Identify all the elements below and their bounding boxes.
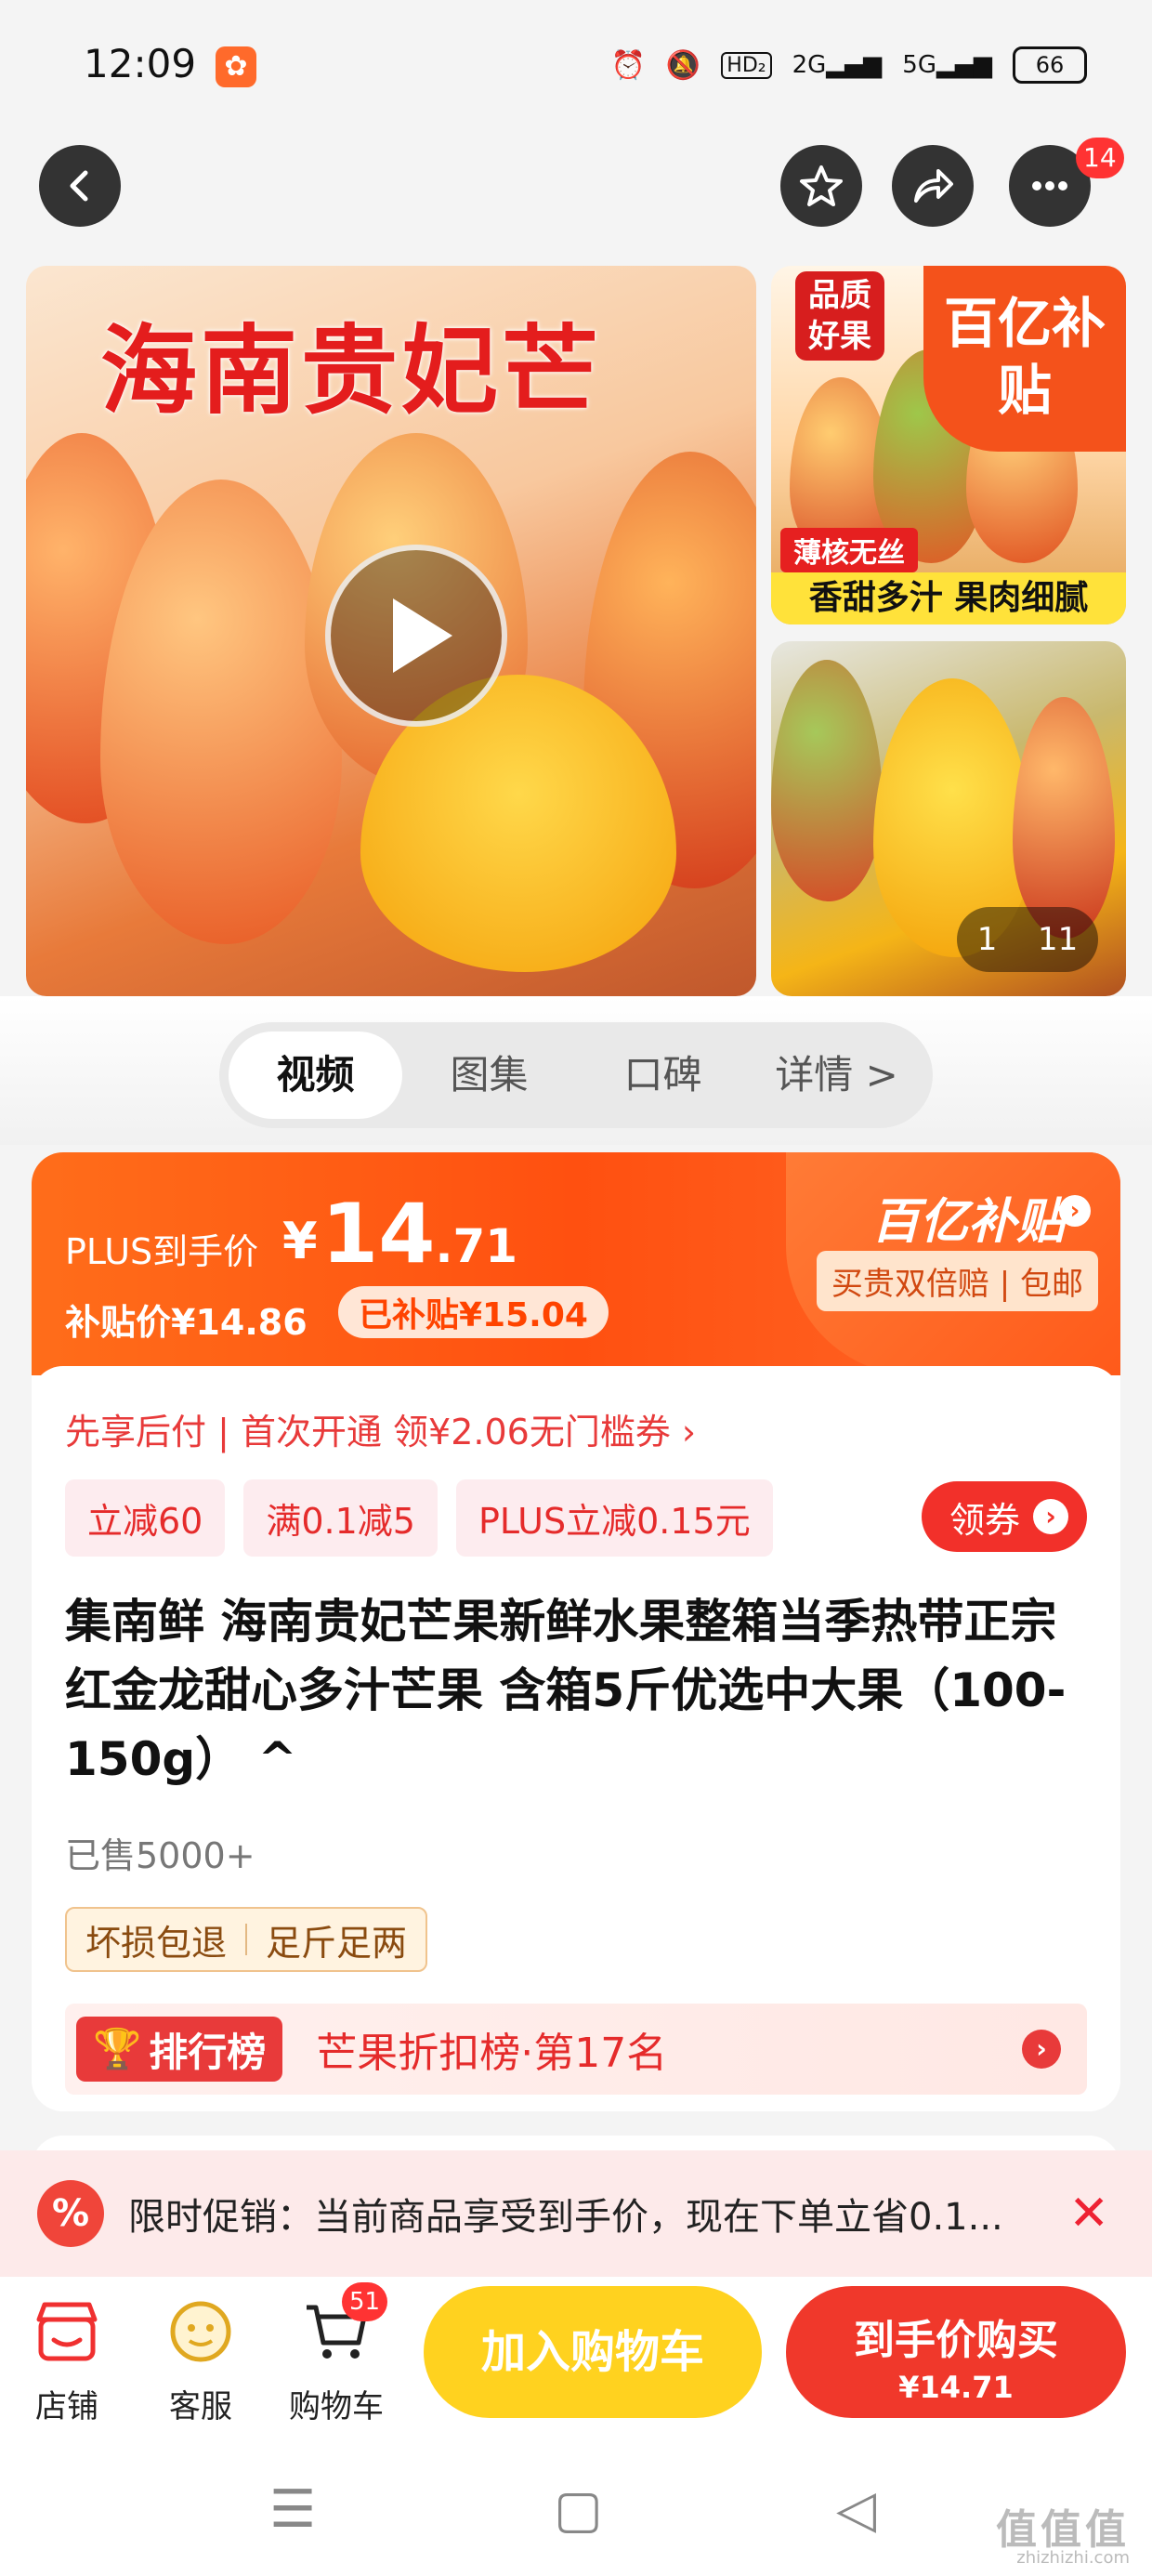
image-tag: 香甜多汁 果肉细腻 (771, 572, 1126, 624)
subsidized-amount: 已补贴¥15.04 (338, 1286, 609, 1338)
price-currency: ¥ (282, 1212, 318, 1270)
app-notification-icon: ✿ (216, 46, 256, 87)
customer-service-icon (164, 2295, 237, 2368)
chevron-right-icon: › (1022, 2030, 1061, 2069)
mute-icon: 🔕 (665, 48, 701, 82)
main-gallery-image[interactable]: 海南贵妃芒 (26, 266, 756, 996)
subsidy-price: 补贴价¥14.86 (65, 1302, 308, 1343)
more-badge: 14 (1076, 138, 1124, 178)
ranking-text: 芒果折扣榜·第17名 (316, 2030, 668, 2077)
mango-shape (771, 660, 883, 901)
play-icon (393, 598, 452, 673)
hd-icon: HD₂ (721, 51, 772, 79)
status-bar: 12:09 ✿ ⏰ 🔕 HD₂ 2G▂▄▆ 5G▂▄▆ 66 (0, 0, 1152, 139)
share-icon (914, 169, 953, 203)
favorite-button[interactable] (780, 145, 862, 227)
media-tabs: 视频 图集 口碑 详情 > (219, 1022, 933, 1128)
gallery-counter-total: 11 (1037, 921, 1079, 958)
ranking-row[interactable]: 🏆 排行榜 芒果折扣榜·第17名 › (65, 2004, 1087, 2095)
shop-label: 店铺 (35, 2388, 98, 2425)
gallery-counter: 1 11 (957, 907, 1098, 972)
status-time: 12:09 (84, 41, 197, 86)
discount-percent-icon: % (37, 2180, 104, 2247)
more-dots-icon (1032, 181, 1067, 191)
limited-promo-bar[interactable]: % 限时促销：当前商品享受到手价，现在下单立省0.1... ✕ (0, 2150, 1152, 2277)
tab-video[interactable]: 视频 (229, 1032, 402, 1119)
watermark: 值值值 (996, 2506, 1130, 2554)
customer-service-button[interactable]: 客服 (145, 2295, 256, 2426)
divider (245, 1924, 248, 1955)
price-value: 14.71 (321, 1186, 518, 1281)
buy-now-button[interactable]: 到手价购买 ¥14.71 (786, 2286, 1126, 2418)
subsidy-badge: 百亿补贴 (923, 266, 1126, 452)
tab-gallery[interactable]: 图集 (402, 1032, 576, 1119)
tab-details[interactable]: 详情 > (750, 1032, 923, 1119)
coupon-list: 立减60 满0.1减5 PLUS立减0.15元 (65, 1479, 773, 1557)
plus-price-label: PLUS到手价 (65, 1231, 259, 1272)
play-video-button[interactable] (325, 545, 507, 727)
mango-shape (1013, 697, 1115, 939)
coupon-tag: 满0.1减5 (243, 1479, 438, 1557)
guarantee-tag: 坏损包退 (85, 1922, 228, 1964)
limited-promo-text: 限时促销：当前商品享受到手价，现在下单立省0.1... (128, 2196, 1003, 2239)
chevron-right-icon[interactable]: › (1059, 1195, 1091, 1227)
add-to-cart-button[interactable]: 加入购物车 (424, 2286, 762, 2418)
image-tag: 薄核无丝 (780, 528, 918, 572)
buy-now-price: ¥14.71 (898, 2370, 1014, 2405)
signal-5g-icon: 5G▂▄▆ (902, 51, 992, 79)
back-nav-icon[interactable]: ◁ (836, 2479, 876, 2540)
product-body: 先享后付 | 首次开通 领¥2.06无门槛券 › 立减60 满0.1减5 PLU… (32, 1366, 1120, 2111)
price-header: PLUS到手价 ¥ 14.71 补贴价¥14.86 已补贴¥15.04 百亿补贴… (32, 1152, 1120, 1375)
signal-2g-icon: 2G▂▄▆ (792, 51, 883, 79)
subsidy-brand-logo[interactable]: 百亿补贴 (871, 1182, 1065, 1252)
tab-reviews[interactable]: 口碑 (576, 1032, 750, 1119)
star-icon (800, 165, 843, 206)
ranking-badge: 🏆 排行榜 (76, 2017, 283, 2082)
product-page: 12:09 ✿ ⏰ 🔕 HD₂ 2G▂▄▆ 5G▂▄▆ 66 14 海南贵妃芒 (0, 0, 1152, 2576)
chevron-left-icon (70, 170, 88, 202)
share-button[interactable] (892, 145, 974, 227)
battery-icon: 66 (1013, 46, 1087, 84)
guarantee-tags[interactable]: 坏损包退 足斤足两 (65, 1907, 428, 1972)
coupon-tag: 立减60 (65, 1479, 226, 1557)
gallery-thumbnail-1[interactable]: 品质好果 百亿补贴 薄核无丝 香甜多汁 果肉细腻 (771, 266, 1126, 624)
get-coupon-button[interactable]: 领券 › (921, 1481, 1087, 1552)
cart-label: 购物车 (289, 2388, 384, 2425)
close-icon[interactable]: ✕ (1068, 2186, 1109, 2241)
store-icon (31, 2295, 103, 2368)
quality-badge: 品质好果 (795, 271, 884, 361)
status-icons: ⏰ 🔕 HD₂ 2G▂▄▆ 5G▂▄▆ 66 (611, 46, 1087, 84)
back-button[interactable] (39, 145, 121, 227)
guarantee-tag: 足斤足两 (266, 1922, 408, 1964)
trophy-icon: 🏆 (93, 2026, 142, 2071)
coupon-tag: PLUS立减0.15元 (455, 1479, 773, 1557)
product-info-card: PLUS到手价 ¥ 14.71 补贴价¥14.86 已补贴¥15.04 百亿补贴… (32, 1152, 1120, 2111)
image-overlay-title: 海南贵妃芒 (100, 314, 603, 427)
cart-count-badge: 51 (342, 2282, 388, 2321)
brand-guarantee-tag: 买贵双倍赔 | 包邮 (816, 1251, 1098, 1311)
get-coupon-label: 领券 (949, 1499, 1020, 1541)
sold-count: 已售5000+ (65, 1835, 255, 1876)
alarm-icon: ⏰ (610, 48, 646, 82)
gallery-counter-current: 1 (976, 921, 998, 958)
watermark-sub: zhizhizhi.com (1016, 2548, 1130, 2568)
recent-apps-icon[interactable]: ☰ (269, 2479, 316, 2540)
product-title: 集南鲜 海南贵妃芒果新鲜水果整箱当季热带正宗红金龙甜心多汁芒果 含箱5斤优选中大… (65, 1595, 1067, 1786)
shop-button[interactable]: 店铺 (11, 2295, 123, 2426)
customer-service-label: 客服 (169, 2388, 232, 2425)
home-icon[interactable]: ▢ (554, 2479, 603, 2540)
buy-now-label: 到手价购买 (854, 2317, 1058, 2364)
system-nav-bar: ☰ ▢ ◁ 值值值 zhizhizhi.com (0, 2444, 1152, 2576)
pay-later-promo[interactable]: 先享后付 | 首次开通 领¥2.06无门槛券 › (65, 1403, 696, 1454)
chevron-right-icon: › (1033, 1499, 1068, 1534)
